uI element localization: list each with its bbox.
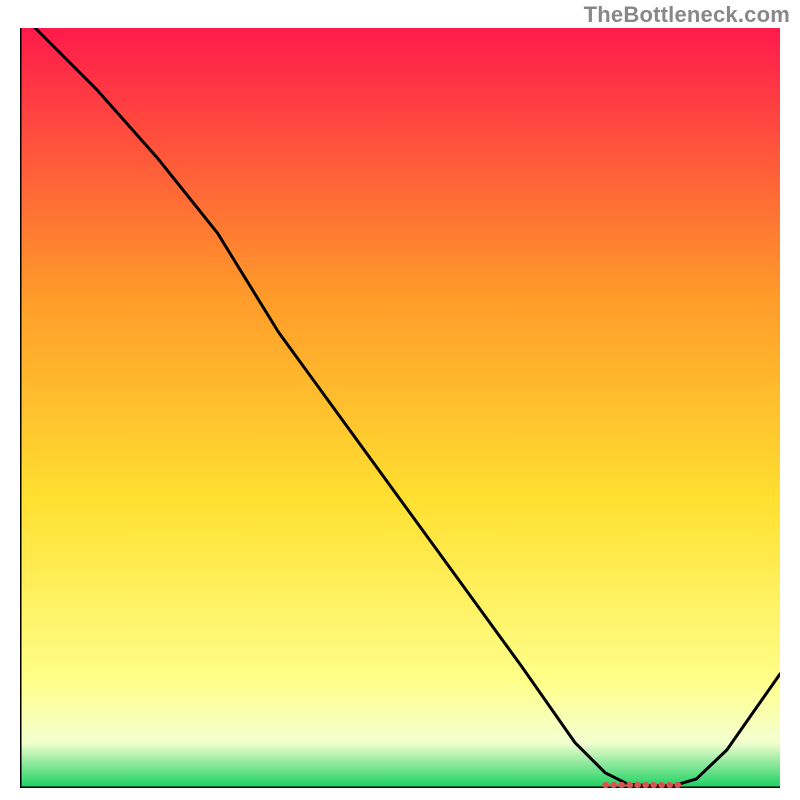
gradient-background	[20, 28, 780, 788]
chart-container: TheBottleneck.com	[0, 0, 800, 800]
watermark-text: TheBottleneck.com	[584, 2, 790, 28]
chart-svg	[20, 28, 780, 788]
plot-area	[20, 28, 780, 788]
